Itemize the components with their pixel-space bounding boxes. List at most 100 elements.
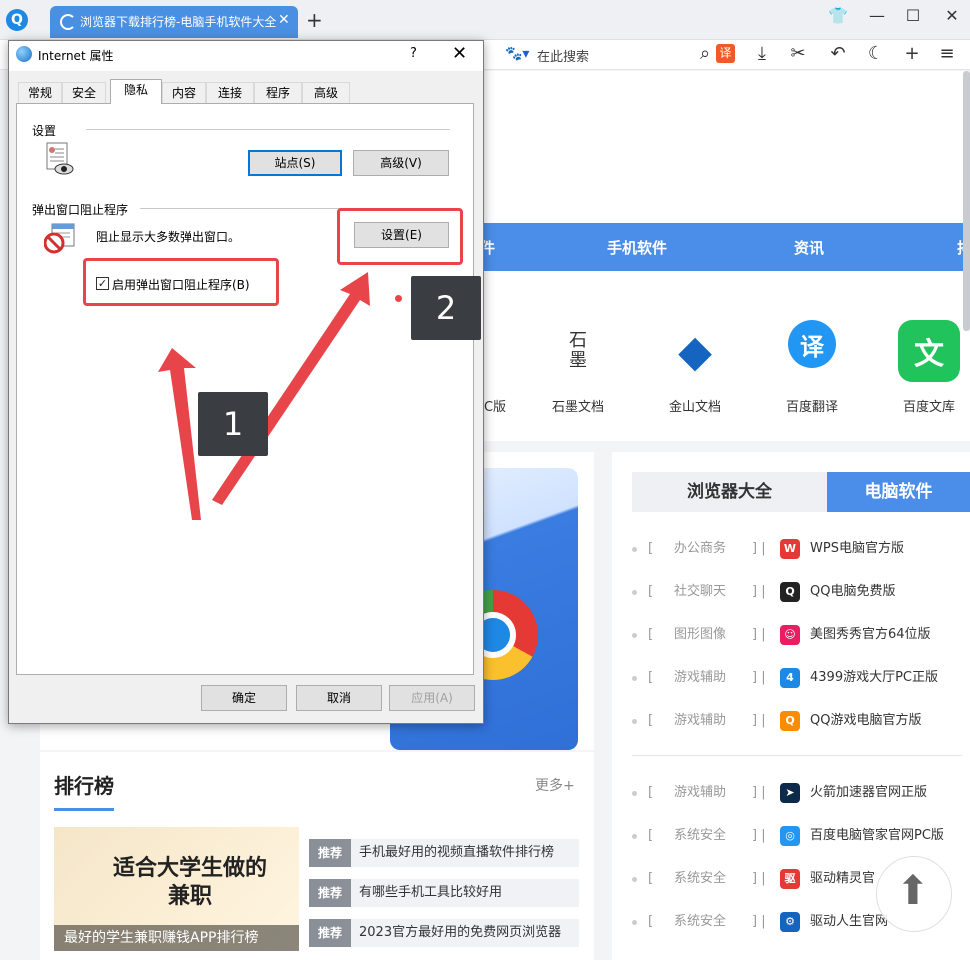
apply-button[interactable]: 应用(A) bbox=[389, 685, 475, 711]
software-list-item[interactable]: [游戏辅助] | 4 4399游戏大厅PC正版 bbox=[632, 666, 970, 690]
tab-close-icon[interactable]: ✕ bbox=[278, 12, 290, 28]
tab-pc-software[interactable]: 电脑软件 bbox=[827, 472, 970, 512]
software-category[interactable]: 游戏辅助 bbox=[674, 781, 726, 805]
ranking-item[interactable]: 推荐 手机最好用的视频直播软件排行榜 bbox=[309, 839, 579, 867]
app-label: 百度文库 bbox=[902, 400, 955, 415]
download-icon[interactable]: ⤓ bbox=[750, 43, 774, 64]
software-list-item[interactable]: [办公商务] | W WPS电脑官方版 bbox=[632, 537, 970, 561]
highlight-box-settings bbox=[337, 208, 463, 265]
software-category[interactable]: 游戏辅助 bbox=[674, 709, 726, 733]
ranking-image-text: 适合大学生做的兼职 bbox=[112, 856, 267, 909]
software-name[interactable]: WPS电脑官方版 bbox=[810, 537, 904, 561]
bracket-right: ] | bbox=[752, 871, 766, 886]
menu-icon[interactable]: ≡ bbox=[935, 43, 959, 64]
recommend-badge: 推荐 bbox=[309, 839, 351, 867]
new-tab-button[interactable]: + bbox=[306, 8, 323, 32]
tab-browser-collection[interactable]: 浏览器大全 bbox=[632, 472, 827, 512]
tab-connections[interactable]: 连接 bbox=[206, 82, 254, 103]
app-tile-shimo[interactable]: 石 墨 石墨文档 bbox=[538, 320, 618, 416]
baidu-wenku-icon: 文 bbox=[898, 320, 960, 382]
active-tab[interactable]: 浏览器下载排行榜-电脑手机软件大全 bbox=[50, 6, 298, 38]
ranking-title: 排行榜 bbox=[54, 774, 114, 798]
search-engine-icon[interactable]: 🐾▾ bbox=[505, 46, 529, 62]
tab-content[interactable]: 内容 bbox=[162, 82, 206, 103]
cancel-button[interactable]: 取消 bbox=[296, 685, 382, 711]
software-category[interactable]: 游戏辅助 bbox=[674, 666, 726, 690]
software-icon: Q bbox=[780, 582, 800, 602]
tab-security[interactable]: 安全 bbox=[62, 82, 106, 103]
software-name[interactable]: 百度电脑管家官网PC版 bbox=[810, 824, 944, 848]
app-label: 石墨文档 bbox=[551, 400, 604, 415]
help-button[interactable]: ? bbox=[410, 46, 417, 61]
software-name[interactable]: 驱动精灵官 bbox=[810, 867, 875, 891]
software-name[interactable]: 美图秀秀官方64位版 bbox=[810, 623, 931, 647]
app-tile-kdocs[interactable]: ◆ 金山文档 bbox=[655, 320, 735, 416]
ok-button[interactable]: 确定 bbox=[201, 685, 287, 711]
browser-logo[interactable]: Q bbox=[6, 9, 28, 31]
software-list-item[interactable]: [游戏辅助] | ➤ 火箭加速器官网正版 bbox=[632, 781, 970, 805]
software-name[interactable]: QQ游戏电脑官方版 bbox=[810, 709, 921, 733]
software-list-item[interactable]: [游戏辅助] | Q QQ游戏电脑官方版 bbox=[632, 709, 970, 733]
ranking-item[interactable]: 推荐 有哪些手机工具比较好用 bbox=[309, 879, 579, 907]
ranking-item-text: 手机最好用的视频直播软件排行榜 bbox=[359, 845, 555, 860]
bracket-right: ] | bbox=[752, 584, 766, 599]
window-close-icon[interactable]: ✕ bbox=[937, 6, 967, 25]
tab-programs[interactable]: 程序 bbox=[254, 82, 302, 103]
tab-advanced[interactable]: 高级 bbox=[302, 82, 350, 103]
software-category[interactable]: 系统安全 bbox=[674, 824, 726, 848]
globe-icon bbox=[16, 46, 32, 62]
baidu-translate-icon: 译 bbox=[788, 320, 836, 368]
software-category[interactable]: 系统安全 bbox=[674, 867, 726, 891]
shirt-skin-icon[interactable]: 👕 bbox=[823, 6, 853, 25]
software-icon: Q bbox=[780, 711, 800, 731]
maximize-icon[interactable]: ☐ bbox=[898, 6, 928, 25]
bracket-right: ] | bbox=[752, 541, 766, 556]
software-list-item[interactable]: [系统安全] | ◎ 百度电脑管家官网PC版 bbox=[632, 824, 970, 848]
recommend-badge: 推荐 bbox=[309, 879, 351, 907]
ranking-item-text: 2023官方最好用的免费网页浏览器 bbox=[359, 925, 562, 940]
software-name[interactable]: 火箭加速器官网正版 bbox=[810, 781, 927, 805]
ranking-more-link[interactable]: 更多+ bbox=[535, 775, 575, 795]
software-category[interactable]: 图形图像 bbox=[674, 623, 726, 647]
software-list-item[interactable]: [图形图像] | ☺ 美图秀秀官方64位版 bbox=[632, 623, 970, 647]
nav-item-news[interactable]: 资讯 bbox=[794, 237, 824, 258]
scrollbar[interactable] bbox=[963, 71, 970, 331]
search-icon[interactable]: ⌕ bbox=[693, 43, 717, 64]
app-tile-baidu-wenku[interactable]: 文 百度文库 bbox=[889, 320, 969, 415]
sites-button[interactable]: 站点(S) bbox=[248, 150, 342, 176]
undo-icon[interactable]: ↶ bbox=[826, 43, 850, 64]
bracket-left: [ bbox=[648, 828, 654, 843]
software-list-item[interactable]: [ 社交聊天 ] | Q QQ电脑免费版 bbox=[632, 580, 970, 604]
arrow-up-icon: ⬆ bbox=[896, 868, 930, 914]
software-category[interactable]: 办公商务 bbox=[674, 537, 726, 561]
tab-privacy[interactable]: 隐私 bbox=[110, 79, 162, 104]
software-category[interactable]: 社交聊天 bbox=[674, 580, 726, 604]
add-icon[interactable]: + bbox=[900, 43, 924, 64]
app-label: 金山文档 bbox=[668, 400, 721, 415]
shimo-icon: 石 墨 bbox=[569, 330, 587, 371]
dialog-close-icon[interactable]: ✕ bbox=[452, 43, 467, 64]
divider bbox=[632, 755, 962, 756]
search-input[interactable]: 在此搜索 bbox=[537, 46, 589, 65]
app-tile-baidu-translate[interactable]: 译 百度翻译 bbox=[772, 320, 852, 415]
bullet-dot bbox=[632, 633, 637, 638]
software-name[interactable]: 4399游戏大厅PC正版 bbox=[810, 666, 938, 690]
minimize-icon[interactable]: — bbox=[862, 6, 892, 25]
software-name[interactable]: QQ电脑免费版 bbox=[810, 580, 895, 604]
software-icon: 4 bbox=[780, 668, 800, 688]
advanced-button[interactable]: 高级(V) bbox=[353, 150, 449, 176]
tab-general[interactable]: 常规 bbox=[18, 82, 62, 103]
night-mode-icon[interactable]: ☾ bbox=[864, 43, 888, 64]
software-icon: ⚙ bbox=[780, 912, 800, 932]
scissors-icon[interactable]: ✂ bbox=[786, 43, 810, 64]
bracket-left: [ bbox=[648, 584, 654, 599]
software-category[interactable]: 系统安全 bbox=[674, 910, 726, 934]
ranking-item[interactable]: 推荐 2023官方最好用的免费网页浏览器 bbox=[309, 919, 579, 947]
software-name[interactable]: 驱动人生官网 bbox=[810, 910, 888, 934]
ranking-image-caption[interactable]: 最好的学生兼职赚钱APP排行榜 bbox=[54, 925, 299, 951]
bracket-right: ] | bbox=[752, 627, 766, 642]
bullet-dot bbox=[632, 834, 637, 839]
translate-icon[interactable]: 译 bbox=[716, 44, 735, 63]
nav-item-mobile-software[interactable]: 手机软件 bbox=[607, 237, 667, 258]
bullet-dot bbox=[632, 676, 637, 681]
